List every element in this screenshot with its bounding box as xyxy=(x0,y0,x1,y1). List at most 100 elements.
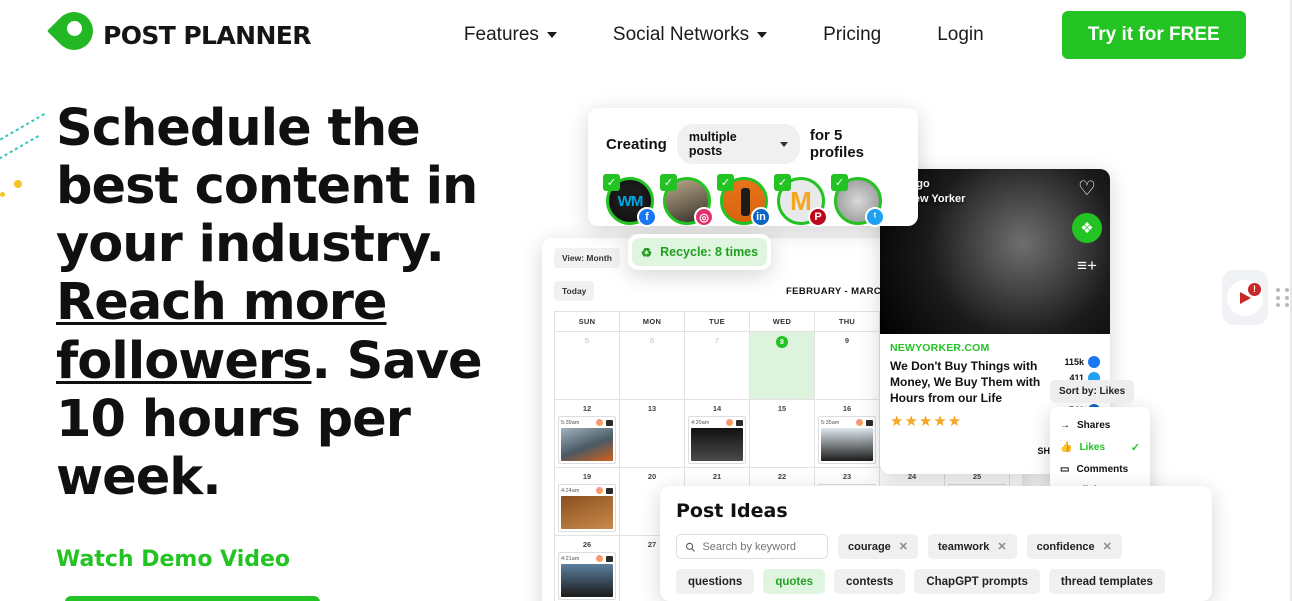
shares-icon: → xyxy=(1060,420,1070,431)
category-chip[interactable]: quotes xyxy=(763,569,826,594)
tag-label: confidence xyxy=(1036,540,1095,553)
sort-option-label: Shares xyxy=(1077,420,1111,431)
article-title: We Don't Buy Things with Money, We Buy T… xyxy=(890,359,1041,406)
calendar-day-number: 14 xyxy=(712,404,722,413)
drag-handle[interactable] xyxy=(1276,288,1290,308)
category-chip[interactable]: questions xyxy=(676,569,755,594)
calendar-today-button[interactable]: Today xyxy=(554,281,595,301)
notification-widget[interactable]: ! xyxy=(1222,270,1268,325)
sort-option-shares[interactable]: → Shares xyxy=(1050,415,1150,436)
nav-label: Social Networks xyxy=(612,24,750,45)
keyword-tag[interactable]: teamwork ✕ xyxy=(928,534,1017,559)
calendar-day-cell[interactable]: 8 xyxy=(750,332,815,400)
article-text: NEWYORKER.COM We Don't Buy Things with M… xyxy=(890,342,1044,430)
post-time: 4:21am xyxy=(561,555,580,562)
calendar-view-chip[interactable]: View: Month xyxy=(554,248,620,268)
sort-option-likes[interactable]: 👍 Likes ✓ xyxy=(1050,436,1150,459)
search-input[interactable] xyxy=(702,540,819,553)
post-time: 4:20am xyxy=(691,419,710,426)
calendar-day-cell[interactable]: 19 4:24am xyxy=(555,468,620,536)
add-to-list-icon[interactable]: ≡+ xyxy=(1077,257,1097,274)
keyword-tag[interactable]: courage ✕ xyxy=(838,534,919,559)
calendar-day-number: 13 xyxy=(647,404,657,413)
scheduled-post[interactable]: 4:20am xyxy=(688,416,746,464)
calendar-day-cell[interactable]: 14 4:20am xyxy=(685,400,750,468)
check-icon: ✓ xyxy=(717,174,734,191)
close-icon[interactable]: ✕ xyxy=(1103,540,1112,553)
calendar-day-cell[interactable]: 26 4:21am xyxy=(555,536,620,601)
logo[interactable]: POST PLANNER xyxy=(47,4,312,58)
nav-item-social-networks[interactable]: Social Networks xyxy=(585,24,795,46)
watch-demo-link[interactable]: Watch Demo Video xyxy=(56,547,290,572)
boost-icon[interactable]: ❖ xyxy=(1072,213,1102,243)
recycle-inner: ♻ Recycle: 8 times xyxy=(632,238,767,266)
sort-option-comments[interactable]: ▭ Comments xyxy=(1050,459,1150,480)
nav-item-pricing[interactable]: Pricing xyxy=(795,24,909,46)
page-title: Schedule the best content in your indust… xyxy=(56,99,556,507)
search-box[interactable] xyxy=(676,534,828,559)
calendar-day-number: 16 xyxy=(842,404,852,413)
post-thumbnail xyxy=(561,564,613,597)
avatar[interactable]: ✓P xyxy=(774,174,828,227)
keyword-tag[interactable]: confidence ✕ xyxy=(1026,534,1122,559)
calendar-day-cell[interactable]: 6 xyxy=(620,332,685,400)
decorative-lines xyxy=(0,112,50,188)
post-ideas-search-row: courage ✕ teamwork ✕ confidence ✕ xyxy=(676,534,1196,559)
calendar-day-cell[interactable]: 9 xyxy=(815,332,880,400)
avatar[interactable]: ✓ ◎ xyxy=(660,174,714,227)
chevron-down-icon xyxy=(546,32,557,38)
image-icon xyxy=(866,419,873,426)
calendar-day-number: 15 xyxy=(777,404,787,413)
avatar[interactable]: ✓ in xyxy=(717,174,771,227)
facebook-icon: f xyxy=(637,207,657,227)
check-icon: ✓ xyxy=(660,174,677,191)
nav-item-features[interactable]: Features xyxy=(436,24,585,46)
calendar-day-cell[interactable]: 13 xyxy=(620,400,685,468)
calendar-weekday: THU xyxy=(815,312,880,332)
metric-value: 115k xyxy=(1064,357,1084,367)
calendar-weekday: WED xyxy=(750,312,815,332)
likes-icon: 👍 xyxy=(1060,442,1073,453)
check-icon: ✓ xyxy=(774,174,791,191)
scheduled-post[interactable]: 4:21am xyxy=(558,552,616,600)
calendar-day-cell[interactable]: 12 5:39am xyxy=(555,400,620,468)
recycle-panel[interactable]: ♻ Recycle: 8 times xyxy=(628,234,771,270)
calendar-day-cell[interactable]: 5 xyxy=(555,332,620,400)
post-type-select[interactable]: multiple posts xyxy=(676,124,800,164)
map-pin-icon xyxy=(47,4,101,58)
hero-cta-button[interactable] xyxy=(65,596,320,601)
post-thumbnail xyxy=(561,428,613,461)
chevron-down-icon xyxy=(757,32,768,38)
close-icon[interactable]: ✕ xyxy=(997,540,1006,553)
try-free-button[interactable]: Try it for FREE xyxy=(1061,11,1246,59)
linkedin-icon: in xyxy=(751,207,771,227)
scheduled-post[interactable]: 5:39am xyxy=(558,416,616,464)
alert-badge: ! xyxy=(1248,282,1261,296)
category-chip[interactable]: ChapGPT prompts xyxy=(914,569,1040,594)
instagram-icon: ◎ xyxy=(694,207,714,227)
check-icon: ✓ xyxy=(603,174,620,191)
calendar-weekday: TUE xyxy=(685,312,750,332)
recycle-label: Recycle: 8 times xyxy=(660,245,759,259)
nav-item-login[interactable]: Login xyxy=(909,24,1012,46)
scheduled-post[interactable]: 4:24am xyxy=(558,484,616,532)
calendar-day-cell[interactable]: 15 xyxy=(750,400,815,468)
post-time: 5:39am xyxy=(561,419,580,426)
headline-part1: Schedule the best content in your indust… xyxy=(56,99,478,275)
image-icon xyxy=(606,487,613,494)
calendar-day-cell[interactable]: 7 xyxy=(685,332,750,400)
sort-option-label: Likes xyxy=(1079,442,1106,453)
hero-copy: Schedule the best content in your indust… xyxy=(56,99,556,601)
calendar-day-cell[interactable]: 16 5:35am xyxy=(815,400,880,468)
avatar[interactable]: ✓f xyxy=(603,174,657,227)
scheduled-post[interactable]: 5:35am xyxy=(818,416,876,464)
avatar[interactable]: ✓ ᵗ xyxy=(831,174,885,227)
post-time: 5:35am xyxy=(821,419,840,426)
sort-by-chip[interactable]: Sort by: Likes xyxy=(1050,380,1135,403)
check-icon: ✓ xyxy=(1130,442,1140,454)
category-chip[interactable]: thread templates xyxy=(1048,569,1165,594)
heart-icon[interactable]: ♡ xyxy=(1078,179,1096,199)
close-icon[interactable]: ✕ xyxy=(899,540,908,553)
category-chip[interactable]: contests xyxy=(834,569,906,594)
widget-circle: ! xyxy=(1227,279,1263,316)
